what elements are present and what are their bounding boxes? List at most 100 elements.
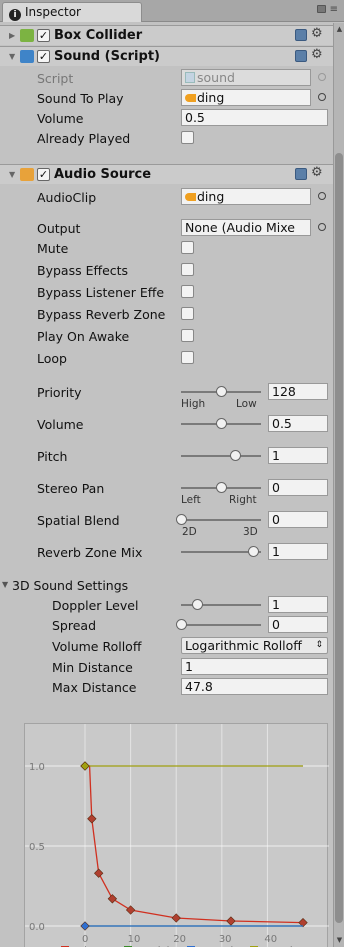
already-played-checkbox[interactable]: [181, 131, 194, 144]
help-icon[interactable]: [295, 29, 307, 41]
speaker-icon: [20, 168, 34, 181]
audio-clip-icon: [185, 94, 196, 102]
spatial-blend-slider-handle[interactable]: [176, 514, 187, 525]
audio-source-title: Audio Source: [54, 167, 152, 182]
spread-row: Spread 0: [0, 616, 333, 634]
spatial-blend-label: Spatial Blend: [37, 513, 120, 528]
volume-field[interactable]: 0.5: [181, 109, 328, 126]
sound-to-play-label: Sound To Play: [37, 91, 124, 106]
volume-row: Volume 0.5: [0, 109, 333, 127]
tab-inspector[interactable]: i Inspector: [2, 2, 142, 22]
audio-source-header[interactable]: ▼ ✓ Audio Source ⚙: [0, 164, 333, 184]
reverb-zone-mix-slider-handle[interactable]: [248, 546, 259, 557]
object-picker-icon[interactable]: [318, 192, 326, 200]
keyframe-point: [226, 916, 236, 926]
doppler-label: Doppler Level: [52, 598, 139, 613]
spread-slider-handle[interactable]: [176, 619, 187, 630]
as-volume-field[interactable]: 0.5: [268, 415, 328, 432]
vertical-scrollbar[interactable]: ▲ ▼: [333, 23, 344, 947]
spatial-blend-slider-track[interactable]: [181, 519, 261, 521]
max-distance-row: Max Distance 47.8: [0, 678, 333, 696]
already-played-label: Already Played: [37, 131, 131, 146]
play-on-awake-checkbox[interactable]: [181, 329, 194, 342]
fold-down-icon[interactable]: ▼: [9, 52, 15, 61]
stereo-right-label: Right: [229, 494, 257, 506]
gear-icon[interactable]: ⚙: [311, 165, 323, 180]
keyframe-point: [87, 814, 97, 824]
stereo-pan-field[interactable]: 0: [268, 479, 328, 496]
tab-label: Inspector: [25, 5, 81, 19]
inspector-tabbar: i Inspector ≡: [0, 0, 344, 22]
already-played-row: Already Played: [0, 129, 333, 147]
info-icon: i: [9, 9, 21, 21]
script-component-icon: [20, 50, 34, 63]
priority-row: Priority High Low 128: [0, 383, 333, 413]
rolloff-value: Logarithmic Rolloff: [185, 638, 302, 653]
audioclip-row: AudioClip ding: [0, 188, 333, 206]
pitch-field[interactable]: 1: [268, 447, 328, 464]
object-picker-icon[interactable]: [318, 223, 326, 231]
bypass-listener-checkbox[interactable]: [181, 285, 194, 298]
scroll-up-icon[interactable]: ▲: [335, 25, 344, 34]
volume-slider-handle[interactable]: [216, 418, 227, 429]
scroll-down-icon[interactable]: ▼: [335, 936, 344, 945]
pitch-row: Pitch 1: [0, 447, 333, 465]
gear-icon[interactable]: ⚙: [311, 47, 323, 62]
rolloff-curve-panel[interactable]: 0.00.51.0010203040VolumeSpatialSpreadRev…: [24, 723, 329, 947]
reverb-zone-mix-field[interactable]: 1: [268, 543, 328, 560]
bypass-reverb-label: Bypass Reverb Zone: [37, 307, 166, 322]
fold-down-icon[interactable]: ▼: [9, 170, 15, 179]
box-collider-title: Box Collider: [54, 28, 143, 43]
bypass-effects-row: Bypass Effects: [0, 261, 333, 279]
bypass-effects-checkbox[interactable]: [181, 263, 194, 276]
mute-row: Mute: [0, 239, 333, 257]
doppler-slider-handle[interactable]: [192, 599, 203, 610]
sound-to-play-field[interactable]: ding: [181, 89, 311, 106]
rolloff-dropdown[interactable]: Logarithmic Rolloff ⇕: [181, 637, 328, 654]
audio-source-enabled-checkbox[interactable]: ✓: [37, 168, 50, 181]
fold-right-icon[interactable]: ▶: [9, 31, 15, 40]
help-icon[interactable]: [295, 168, 307, 180]
lock-icon[interactable]: [317, 5, 326, 13]
priority-field[interactable]: 128: [268, 383, 328, 400]
keyframe-point: [80, 921, 90, 931]
spread-field[interactable]: 0: [268, 616, 328, 633]
script-field[interactable]: sound: [181, 69, 311, 86]
priority-low-label: Low: [236, 398, 257, 410]
scrollbar-thumb[interactable]: [335, 153, 343, 923]
x-tick-label: 30: [219, 934, 232, 945]
pitch-slider-track[interactable]: [181, 455, 261, 457]
stereo-pan-slider-handle[interactable]: [216, 482, 227, 493]
object-picker-icon[interactable]: [318, 93, 326, 101]
audioclip-value: ding: [197, 189, 225, 204]
audioclip-field[interactable]: ding: [181, 188, 311, 205]
as-volume-label: Volume: [37, 417, 84, 432]
mute-checkbox[interactable]: [181, 241, 194, 254]
audio-clip-icon: [185, 193, 196, 201]
loop-checkbox[interactable]: [181, 351, 194, 364]
min-distance-field[interactable]: 1: [181, 658, 328, 675]
spatial-blend-field[interactable]: 0: [268, 511, 328, 528]
help-icon[interactable]: [295, 50, 307, 62]
sound-script-enabled-checkbox[interactable]: ✓: [37, 50, 50, 63]
spread-label: Spread: [52, 618, 97, 633]
script-value: sound: [197, 70, 235, 85]
gear-icon[interactable]: ⚙: [311, 26, 323, 41]
sound-script-header[interactable]: ▼ ✓ Sound (Script) ⚙: [0, 46, 333, 66]
output-field[interactable]: None (Audio Mixe: [181, 219, 311, 236]
fold-down-icon[interactable]: ▼: [2, 580, 8, 589]
sound-3d-foldout[interactable]: ▼ 3D Sound Settings: [0, 576, 333, 594]
doppler-field[interactable]: 1: [268, 596, 328, 613]
spread-slider-track[interactable]: [181, 624, 261, 626]
sound-script-title: Sound (Script): [54, 49, 160, 64]
bypass-reverb-checkbox[interactable]: [181, 307, 194, 320]
mute-label: Mute: [37, 241, 69, 256]
loop-row: Loop: [0, 349, 333, 367]
rolloff-curve-chart[interactable]: 0.00.51.0010203040VolumeSpatialSpreadRev…: [25, 724, 329, 947]
tab-menu-icon[interactable]: ≡: [330, 4, 338, 15]
priority-slider-handle[interactable]: [216, 386, 227, 397]
box-collider-enabled-checkbox[interactable]: ✓: [37, 29, 50, 42]
box-collider-header[interactable]: ▶ ✓ Box Collider ⚙: [0, 25, 333, 45]
pitch-slider-handle[interactable]: [229, 450, 241, 461]
max-distance-field[interactable]: 47.8: [181, 678, 328, 695]
